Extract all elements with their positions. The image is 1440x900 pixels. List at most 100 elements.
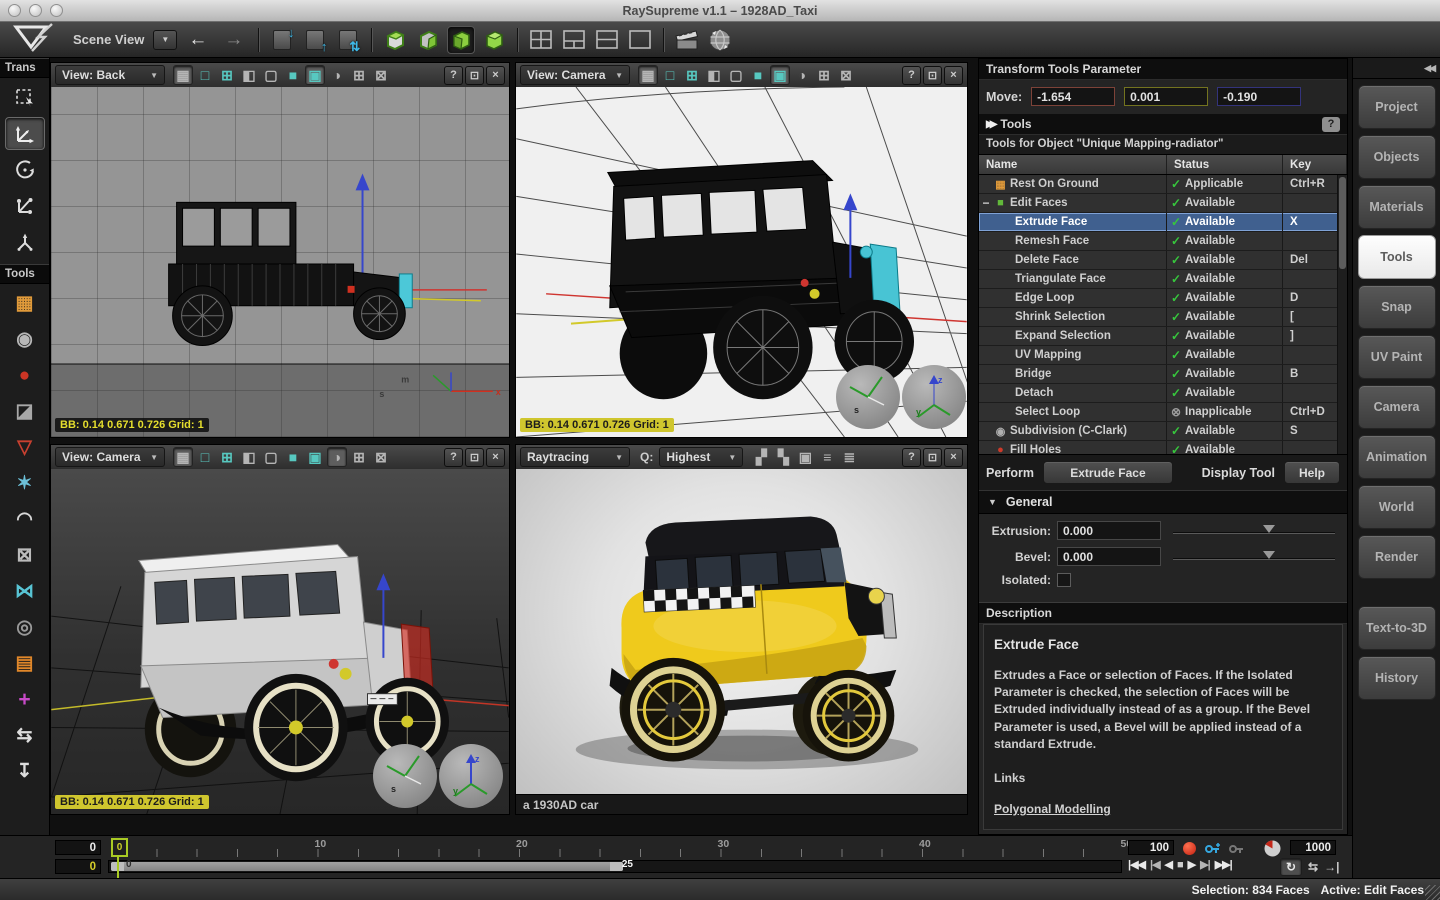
triangulate-tool-button[interactable]: ▽ bbox=[5, 431, 45, 464]
close-viewport-button[interactable]: × bbox=[944, 448, 963, 467]
clapperboard-icon[interactable]: ▞ bbox=[751, 447, 771, 467]
next-frame-button[interactable]: ▶| bbox=[1200, 858, 1210, 871]
close-viewport-button[interactable]: × bbox=[486, 448, 505, 467]
solid-cube-icon[interactable]: ■ bbox=[748, 65, 768, 85]
detach-viewport-button[interactable]: ⊡ bbox=[465, 448, 484, 467]
panel-button-render[interactable]: Render bbox=[1358, 535, 1436, 579]
move-x-field[interactable]: -1.654 bbox=[1031, 87, 1115, 106]
help-button[interactable]: Help bbox=[1284, 461, 1340, 484]
zoom-window-icon[interactable] bbox=[50, 4, 63, 17]
view-selector[interactable]: View: Camera▼ bbox=[520, 65, 630, 85]
resize-grip[interactable] bbox=[1425, 885, 1440, 900]
tool-row-shrink-selection[interactable]: Shrink Selection✓Available[ bbox=[979, 308, 1347, 327]
panel-button-animation[interactable]: Animation bbox=[1358, 435, 1436, 479]
playback-rate-icon[interactable] bbox=[1264, 840, 1281, 862]
polygonal-modelling-link[interactable]: Polygonal Modelling bbox=[994, 801, 1111, 818]
panel-button-world[interactable]: World bbox=[1358, 485, 1436, 529]
mode-faces-button[interactable] bbox=[447, 26, 475, 54]
tool-row-select-loop[interactable]: Select Loop⊗InapplicableCtrl+D bbox=[979, 403, 1347, 422]
fit-view-icon[interactable]: ⊞ bbox=[814, 65, 834, 85]
flat-cube-icon[interactable]: ▢ bbox=[726, 65, 746, 85]
subdivision-tool-button[interactable]: ◉ bbox=[5, 323, 45, 356]
nav-back-button[interactable]: ← bbox=[182, 29, 213, 51]
fit-view-icon[interactable]: ⊞ bbox=[349, 65, 369, 85]
nav-forward-button[interactable]: → bbox=[218, 29, 249, 51]
orbit-axis-control[interactable]: zy bbox=[902, 365, 966, 429]
go-start-button[interactable]: |◀◀ bbox=[1128, 858, 1145, 871]
detach-viewport-button[interactable]: ⊡ bbox=[465, 66, 484, 85]
flat-cube-icon[interactable]: ▢ bbox=[261, 65, 281, 85]
orbit-rotate-control[interactable]: s bbox=[373, 744, 437, 808]
isolated-checkbox[interactable] bbox=[1057, 573, 1071, 587]
rotate-tool-button[interactable] bbox=[5, 153, 45, 186]
split-shade-cube-icon[interactable]: ◧ bbox=[239, 65, 259, 85]
rest-on-ground-tool-button[interactable]: ▦ bbox=[5, 287, 45, 320]
play-reverse-button[interactable]: ◀ bbox=[1165, 858, 1172, 871]
layout-three-button[interactable] bbox=[560, 26, 588, 54]
orbit-rotate-control[interactable]: s bbox=[836, 365, 900, 429]
viewport-help-button[interactable]: ? bbox=[444, 66, 463, 85]
panel-button-snap[interactable]: Snap bbox=[1358, 285, 1436, 329]
viewport-camera-shaded-canvas[interactable]: s zy BB: 0.14 0.671 0.726 Grid: 1 bbox=[51, 469, 509, 814]
constraint-tool-button[interactable]: ↧ bbox=[5, 755, 45, 788]
general-section-header[interactable]: ▼ General bbox=[979, 490, 1347, 514]
mode-object-button[interactable] bbox=[480, 26, 508, 54]
textured-cube-icon[interactable]: ▣ bbox=[305, 65, 325, 85]
save-render-icon[interactable]: ▣ bbox=[795, 447, 815, 467]
panel-button-uv-paint[interactable]: UV Paint bbox=[1358, 335, 1436, 379]
render-queue-icon[interactable]: ≣ bbox=[839, 447, 859, 467]
render-animation-button[interactable] bbox=[673, 26, 701, 54]
go-end-button[interactable]: ▶▶| bbox=[1215, 858, 1232, 871]
stop-button[interactable]: ■ bbox=[1177, 859, 1183, 871]
frame-selection-icon[interactable]: ⊠ bbox=[836, 65, 856, 85]
timeline-scrollbar[interactable]: 0 25 bbox=[108, 860, 1122, 873]
move-z-field[interactable]: -0.190 bbox=[1217, 87, 1301, 106]
loop-playback-button[interactable]: ↻ bbox=[1280, 858, 1302, 876]
panel-button-materials[interactable]: Materials bbox=[1358, 185, 1436, 229]
lattice-tool-button[interactable]: ⊠ bbox=[5, 539, 45, 572]
viewport-camera-wire-canvas[interactable]: s zy BB: 0.14 0.671 0.726 Grid: 1 bbox=[516, 87, 967, 437]
grid-display-icon[interactable]: ▦ bbox=[638, 65, 658, 85]
quality-selector[interactable]: Highest▼ bbox=[659, 447, 743, 467]
textured-cube-icon[interactable]: ▣ bbox=[305, 447, 325, 467]
tool-row-detach[interactable]: Detach✓Available bbox=[979, 384, 1347, 403]
select-tool-button[interactable] bbox=[5, 81, 45, 114]
close-viewport-button[interactable]: × bbox=[486, 66, 505, 85]
pivot-tool-button[interactable] bbox=[5, 225, 45, 258]
tool-row-edit-faces[interactable]: −■Edit Faces✓Available bbox=[979, 194, 1347, 213]
smooth-sphere-tool-button[interactable]: ◎ bbox=[5, 611, 45, 644]
render-log-icon[interactable]: ≡ bbox=[817, 447, 837, 467]
wireframe-cube-icon[interactable]: □ bbox=[195, 65, 215, 85]
render-mode-selector[interactable]: Raytracing▼ bbox=[520, 447, 630, 467]
align-tool-button[interactable]: + bbox=[5, 683, 45, 716]
play-button[interactable]: ▶ bbox=[1188, 858, 1195, 871]
frame-selection-icon[interactable]: ⊠ bbox=[371, 447, 391, 467]
globe-button[interactable] bbox=[706, 26, 734, 54]
split-shade-cube-icon[interactable]: ◧ bbox=[239, 447, 259, 467]
panel-button-tools[interactable]: Tools bbox=[1358, 235, 1436, 279]
record-button[interactable] bbox=[1183, 842, 1196, 855]
scene-view-dropdown[interactable]: ▼ bbox=[153, 30, 177, 50]
layout-quad-button[interactable] bbox=[527, 26, 555, 54]
tool-row-extrude-face[interactable]: Extrude Face✓AvailableX bbox=[979, 213, 1347, 232]
mode-points-button[interactable] bbox=[381, 26, 409, 54]
viewport-help-button[interactable]: ? bbox=[902, 66, 921, 85]
panel-button-objects[interactable]: Objects bbox=[1358, 135, 1436, 179]
swap-tool-button[interactable]: ⇆ bbox=[5, 719, 45, 752]
current-frame-field[interactable]: 0 bbox=[55, 840, 101, 855]
viewport-help-button[interactable]: ? bbox=[902, 448, 921, 467]
panel-button-text-to-3d[interactable]: Text-to-3D bbox=[1358, 606, 1436, 650]
move-y-field[interactable]: 0.001 bbox=[1124, 87, 1208, 106]
panel-button-camera[interactable]: Camera bbox=[1358, 385, 1436, 429]
tool-row-bridge[interactable]: Bridge✓AvailableB bbox=[979, 365, 1347, 384]
clapperboard-add-icon[interactable]: ▚ bbox=[773, 447, 793, 467]
playhead-marker[interactable]: 0 bbox=[111, 838, 128, 857]
viewport-back-canvas[interactable]: x m s BB: 0.14 0.671 0.726 Grid: 1 bbox=[51, 87, 509, 437]
render-sphere-icon[interactable]: ◑ bbox=[327, 447, 347, 467]
collapse-panel-icon[interactable]: ◀◀ bbox=[1424, 63, 1434, 74]
panel-button-project[interactable]: Project bbox=[1358, 85, 1436, 129]
extrusion-slider[interactable] bbox=[1173, 524, 1339, 538]
bevel-slider[interactable] bbox=[1173, 550, 1339, 564]
mirror-tool-button[interactable]: ⋈ bbox=[5, 575, 45, 608]
perform-extrude-face-button[interactable]: Extrude Face bbox=[1043, 461, 1173, 484]
